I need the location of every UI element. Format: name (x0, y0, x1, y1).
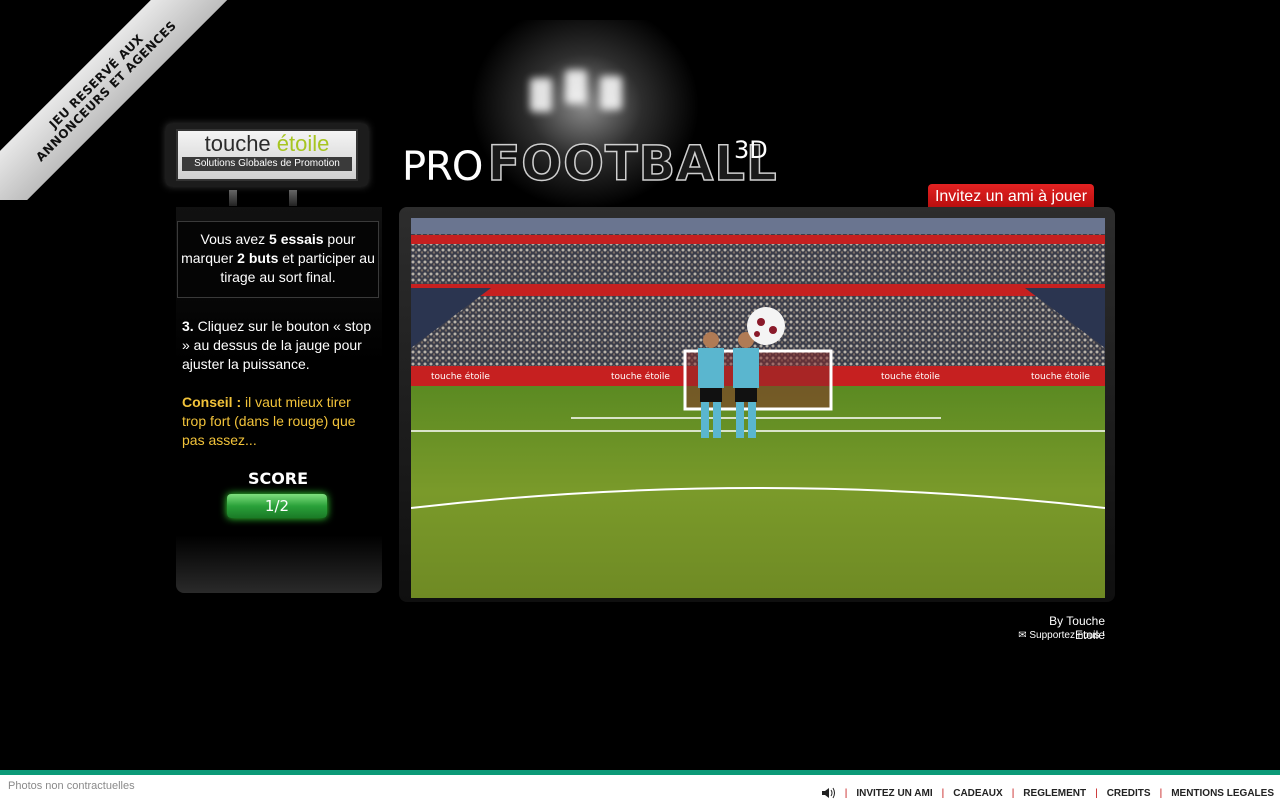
footer-link-cadeaux[interactable]: CADEAUX (953, 788, 1002, 799)
title-3d: 3D (734, 136, 768, 164)
support-link[interactable]: ✉ Supportez nous ! (1016, 630, 1105, 641)
logo-word-etoile: étoile (276, 131, 330, 156)
soccer-ball-icon (747, 307, 785, 345)
score-value: 1/2 (227, 494, 327, 518)
ad-board-text: touche étoile (431, 371, 490, 382)
separator: | (941, 787, 945, 799)
game-title: PRO FOOTBALL 3D (402, 135, 778, 193)
stadium-scene: touche étoile touche étoile touche étoil… (411, 218, 1105, 598)
attempts-count: 5 essais (269, 231, 324, 247)
stadium-lights-icon (520, 70, 640, 130)
envelope-icon: ✉ (1018, 630, 1027, 641)
sign-post (289, 190, 297, 206)
title-pro: PRO (402, 144, 483, 190)
separator: | (1159, 787, 1163, 799)
game-canvas[interactable]: touche étoile touche étoile touche étoil… (411, 218, 1105, 598)
ad-board-text: touche étoile (1031, 371, 1090, 382)
support-text: Supportez nous ! (1029, 630, 1105, 641)
instructions-panel: Vous avez 5 essais pour marquer 2 buts e… (176, 207, 382, 593)
step-instruction: 3. Cliquez sur le bouton « stop » au des… (182, 317, 380, 374)
ad-board-text: touche étoile (611, 371, 670, 382)
step-number: 3. (182, 318, 194, 334)
photo-disclaimer: Photos non contractuelles (8, 780, 135, 792)
info-text: Vous avez (200, 231, 270, 247)
sound-icon[interactable] (821, 787, 836, 799)
goals-count: 2 buts (237, 250, 279, 266)
separator: | (1095, 787, 1098, 799)
tip: Conseil : il vaut mieux tirer trop fort … (182, 393, 372, 450)
logo-tagline: Solutions Globales de Promotion (182, 157, 352, 171)
ad-board-text: touche étoile (881, 371, 940, 382)
tip-label: Conseil : (182, 394, 242, 410)
game-frame: touche étoile touche étoile touche étoil… (399, 207, 1115, 602)
footer: Photos non contractuelles | INVITEZ UN A… (0, 775, 1280, 802)
score-label: SCORE (247, 469, 309, 488)
separator: | (1011, 787, 1015, 799)
logo-word-touche: touche (204, 131, 277, 156)
footer-link-mentions[interactable]: MENTIONS LEGALES (1171, 788, 1274, 799)
footer-link-reglement[interactable]: REGLEMENT (1023, 788, 1086, 799)
attempts-info: Vous avez 5 essais pour marquer 2 buts e… (177, 221, 379, 298)
separator: | (844, 787, 848, 799)
footer-links: | INVITEZ UN AMI | CADEAUX | REGLEMENT |… (821, 787, 1274, 799)
brand-logo[interactable]: touche étoile Solutions Globales de Prom… (166, 124, 368, 186)
footer-link-invite[interactable]: INVITEZ UN AMI (856, 788, 932, 799)
sign-post (229, 190, 237, 206)
footer-link-credits[interactable]: CREDITS (1107, 788, 1151, 799)
step-text: Cliquez sur le bouton « stop » au dessus… (182, 318, 372, 372)
